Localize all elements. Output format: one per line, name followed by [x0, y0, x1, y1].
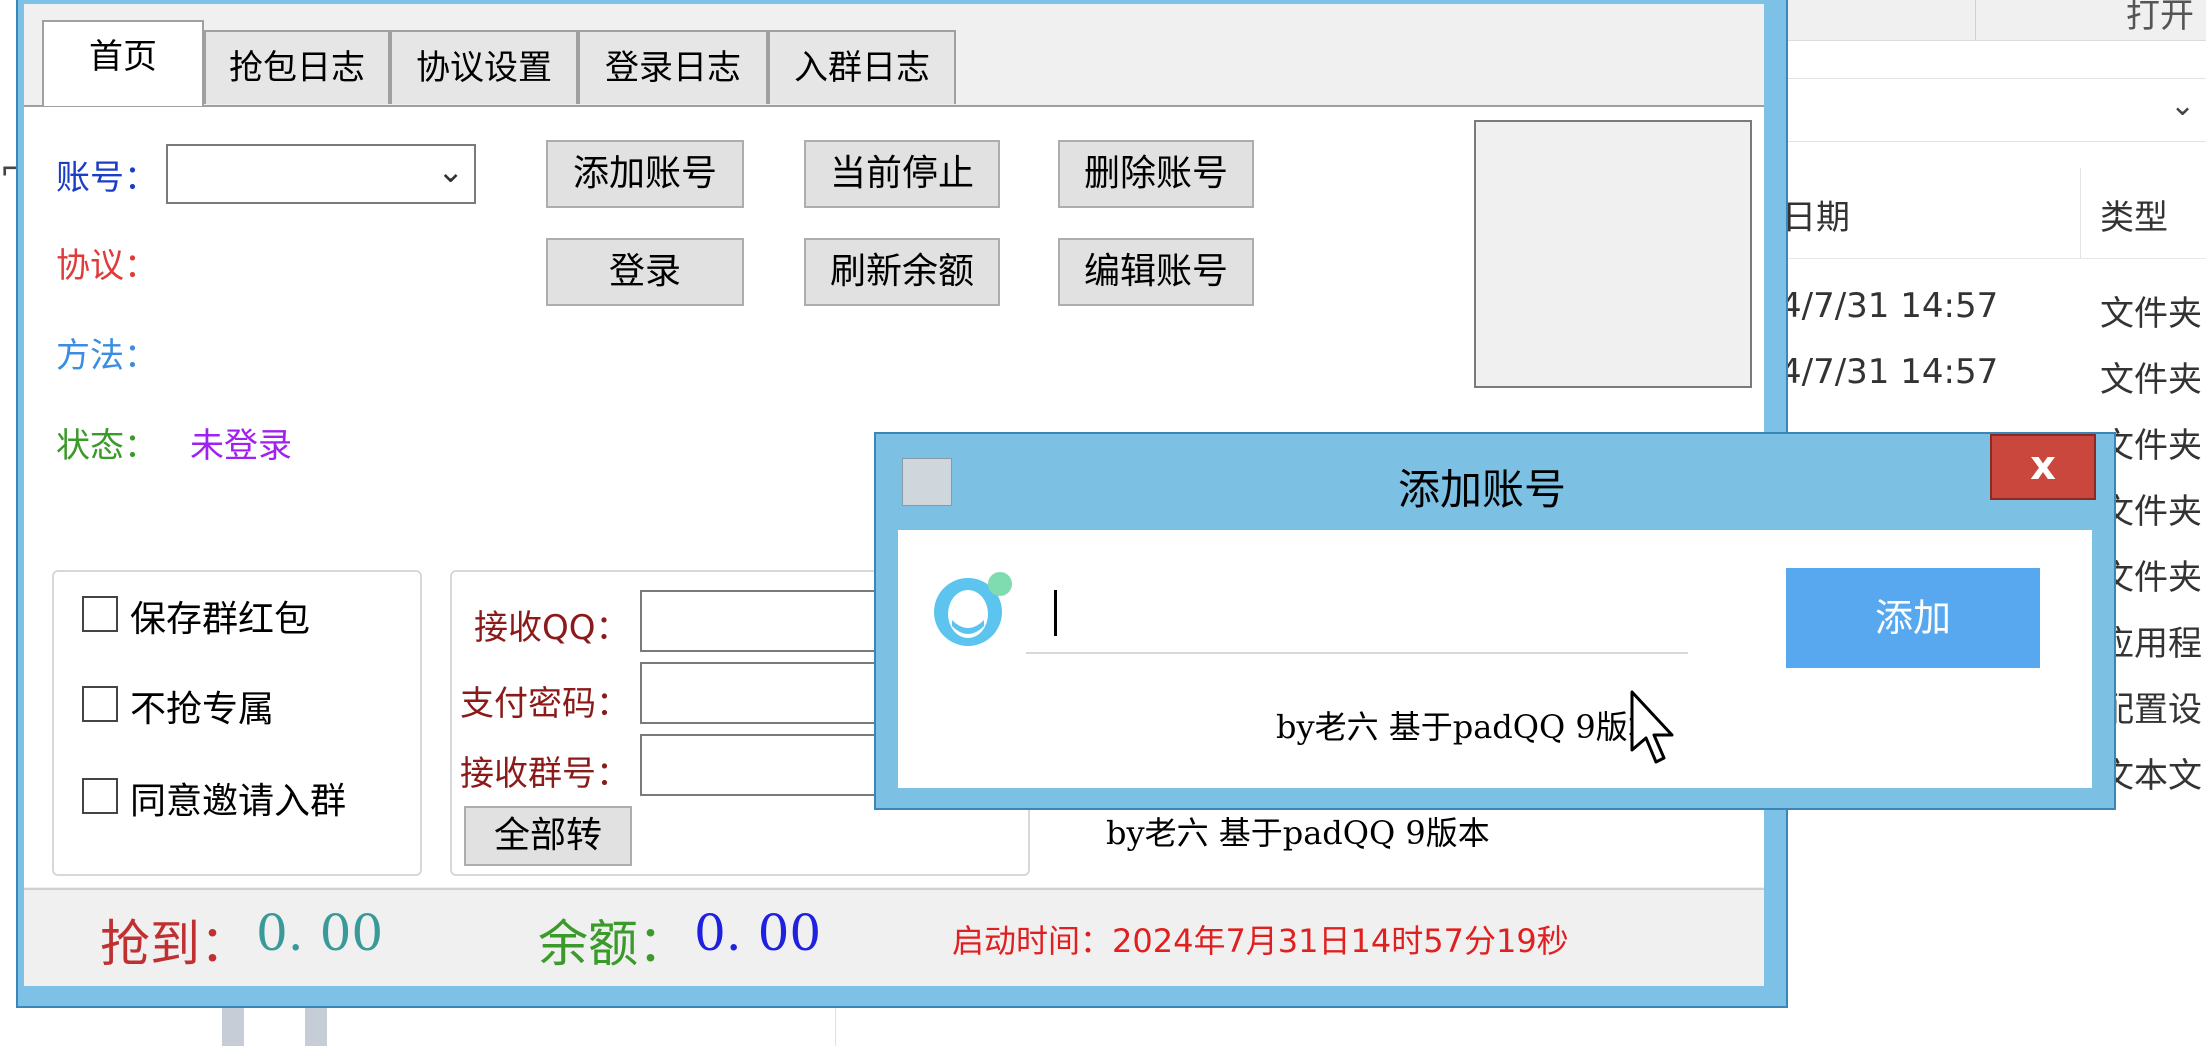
- explorer-toolbar-divider: [1975, 0, 1976, 40]
- chevron-down-icon[interactable]: ⌄: [437, 152, 464, 190]
- skip-exclusive-checkbox[interactable]: [82, 686, 118, 722]
- receive-group-input[interactable]: [640, 734, 880, 796]
- close-icon[interactable]: x: [1990, 434, 2096, 500]
- save-red-packet-label[interactable]: 保存群红包: [130, 590, 310, 642]
- background-scrollbar-fragment: [305, 1005, 327, 1046]
- refresh-balance-button[interactable]: 刷新余额: [804, 238, 1000, 306]
- transfer-all-button[interactable]: 全部转: [464, 806, 632, 866]
- file-row-type[interactable]: 文件夹: [2100, 352, 2202, 401]
- explorer-open-button[interactable]: 打开: [2126, 0, 2194, 37]
- pay-password-label: 支付密码：: [460, 684, 630, 724]
- add-button[interactable]: 添加: [1786, 568, 2040, 668]
- mouse-cursor-icon: [1630, 690, 1674, 764]
- tab-login-log[interactable]: 登录日志: [578, 30, 768, 104]
- background-scrollbar-fragment: [222, 1005, 244, 1046]
- pay-password-input[interactable]: [640, 662, 880, 724]
- background-divider: [835, 1005, 836, 1046]
- grabbed-value: 0. 00: [256, 904, 384, 962]
- tab-grab-log[interactable]: 抢包日志: [204, 30, 390, 104]
- receive-group-label: 接收群号：: [460, 754, 630, 794]
- qq-account-input[interactable]: [1026, 574, 1686, 650]
- dialog-version-credit: by老六 基于padQQ 9版本: [1276, 708, 1660, 746]
- balance-label: 余额：: [538, 915, 688, 973]
- start-time: 启动时间：2024年7月31日14时57分19秒: [952, 922, 1569, 960]
- app-icon: [902, 458, 952, 506]
- stop-current-button[interactable]: 当前停止: [804, 140, 1000, 208]
- status-value: 未登录: [190, 426, 292, 466]
- qr-code-box: [1474, 120, 1752, 388]
- receive-qq-input[interactable]: [640, 590, 880, 652]
- receive-qq-label: 接收QQ：: [474, 608, 630, 648]
- add-account-button[interactable]: 添加账号: [546, 140, 744, 208]
- account-select[interactable]: ⌄: [166, 144, 476, 204]
- balance-value: 0. 00: [694, 904, 822, 962]
- login-button[interactable]: 登录: [546, 238, 744, 306]
- tab-home[interactable]: 首页: [42, 20, 204, 106]
- status-label: 状态：: [56, 426, 158, 466]
- file-row-type[interactable]: 文件夹: [2100, 286, 2202, 335]
- dialog-title: 添加账号: [1398, 465, 1567, 514]
- column-header-type[interactable]: 类型: [2100, 190, 2168, 239]
- edit-account-button[interactable]: 编辑账号: [1058, 238, 1254, 306]
- input-underline: [1026, 652, 1688, 654]
- tab-protocol-settings[interactable]: 协议设置: [390, 30, 578, 104]
- file-row-date[interactable]: 4/7/31 14:57: [1780, 286, 1998, 326]
- qq-penguin-icon: [934, 572, 1012, 646]
- column-divider[interactable]: [2080, 168, 2081, 258]
- chevron-down-icon[interactable]: ⌄: [2170, 88, 2195, 123]
- file-row-date[interactable]: 4/7/31 14:57: [1780, 352, 1998, 392]
- explorer-search-bar[interactable]: [1780, 78, 2206, 142]
- tab-join-group-log[interactable]: 入群日志: [768, 30, 956, 104]
- delete-account-button[interactable]: 删除账号: [1058, 140, 1254, 208]
- accept-group-invite-checkbox[interactable]: [82, 778, 118, 814]
- accept-group-invite-label[interactable]: 同意邀请入群: [130, 772, 346, 824]
- account-label: 账号：: [56, 158, 158, 198]
- grabbed-label: 抢到：: [100, 915, 250, 973]
- method-label: 方法：: [56, 336, 158, 376]
- protocol-label: 协议：: [56, 246, 158, 286]
- version-credit: by老六 基于padQQ 9版本: [1106, 814, 1490, 852]
- skip-exclusive-label[interactable]: 不抢专属: [130, 680, 274, 732]
- save-red-packet-checkbox[interactable]: [82, 596, 118, 632]
- column-header-date[interactable]: 日期: [1782, 190, 1850, 239]
